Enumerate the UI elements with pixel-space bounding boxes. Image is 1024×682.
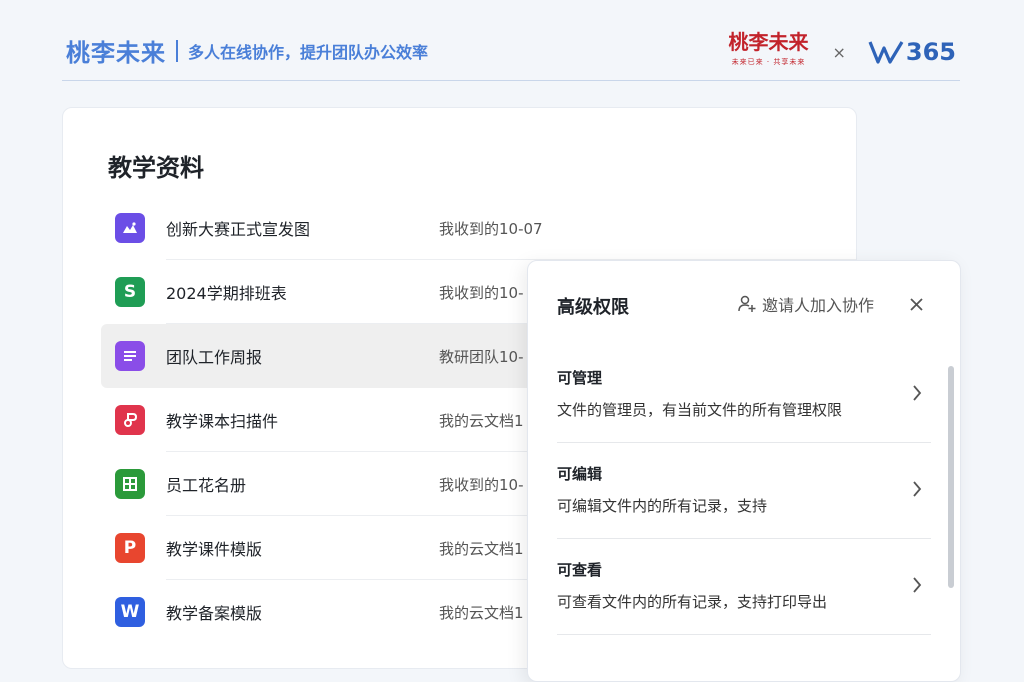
close-icon[interactable]: [906, 294, 928, 316]
wps365-logo: 365: [868, 38, 956, 66]
chevron-right-icon: [913, 481, 922, 497]
invite-collaborator-button[interactable]: 邀请人加入协作: [738, 292, 874, 316]
file-meta: 我收到的10-: [439, 283, 524, 302]
word-icon: W: [115, 597, 145, 627]
file-name: 创新大赛正式宣发图: [166, 220, 311, 239]
permission-view[interactable]: 可查看 可查看文件内的所有记录，支持打印导出: [557, 539, 931, 635]
panel-title: 高级权限: [557, 297, 629, 318]
file-meta: 我收到的10-07: [439, 219, 543, 238]
file-name: 团队工作周报: [166, 348, 263, 367]
partner-logo-text: 桃李未来: [728, 30, 809, 54]
partner-logo: 桃李未来 未来已来 · 共享未来: [728, 32, 808, 72]
file-row[interactable]: 创新大赛正式宣发图 我收到的10-07: [101, 196, 856, 260]
pdf-icon: [115, 405, 145, 435]
document-icon: [115, 341, 145, 371]
permission-manage[interactable]: 可管理 文件的管理员，有当前文件的所有管理权限: [557, 347, 931, 443]
chevron-right-icon: [913, 385, 922, 401]
file-meta: 教研团队10-: [439, 347, 524, 366]
brand-slogan: 多人在线协作，提升团队办公效率: [188, 42, 429, 62]
cross-icon: ×: [832, 42, 846, 62]
chevron-right-icon: [913, 577, 922, 593]
file-meta: 我的云文档1: [439, 411, 524, 430]
file-name: 员工花名册: [166, 476, 247, 495]
file-name: 教学备案模版: [166, 604, 263, 623]
table-icon: [115, 469, 145, 499]
add-user-icon: [738, 295, 756, 312]
file-name: 教学课本扫描件: [166, 412, 279, 431]
permission-desc: 文件的管理员，有当前文件的所有管理权限: [557, 401, 843, 419]
permission-desc: 可编辑文件内的所有记录，支持: [557, 497, 768, 515]
scrollbar[interactable]: [948, 366, 954, 588]
brand-separator: [176, 39, 178, 62]
permission-edit[interactable]: 可编辑 可编辑文件内的所有记录，支持: [557, 443, 931, 539]
permission-list: 可管理 文件的管理员，有当前文件的所有管理权限 可编辑 可编辑文件内的所有记录，…: [557, 347, 931, 635]
brand: 桃李未来 多人在线协作，提升团队办公效率: [66, 33, 428, 68]
permission-name: 可管理: [557, 369, 603, 387]
wps-w-icon: [868, 41, 904, 64]
file-meta: 我的云文档1: [439, 539, 524, 558]
image-icon: [115, 213, 145, 243]
card-title: 教学资料: [108, 154, 204, 182]
permission-desc: 可查看文件内的所有记录，支持打印导出: [557, 593, 828, 611]
permission-name: 可编辑: [557, 465, 603, 483]
file-meta: 我的云文档1: [439, 603, 524, 622]
brand-name: 桃李未来: [66, 39, 166, 67]
file-name: 2024学期排班表: [166, 284, 287, 303]
permission-name: 可查看: [557, 561, 603, 579]
file-meta: 我收到的10-: [439, 475, 524, 494]
advanced-permission-panel: 高级权限 邀请人加入协作 可管理 文件的管理员，有当前文件的所有管理权限 可编辑…: [527, 260, 961, 682]
spreadsheet-icon: S: [115, 277, 145, 307]
wps-365-text: 365: [905, 38, 956, 66]
invite-label: 邀请人加入协作: [762, 296, 875, 315]
top-header: 桃李未来 多人在线协作，提升团队办公效率 桃李未来 未来已来 · 共享未来 × …: [62, 24, 960, 81]
partner-logos: 桃李未来 未来已来 · 共享未来 × 365: [728, 32, 956, 72]
partner-logo-sub: 未来已来 · 共享未来: [731, 58, 806, 66]
file-name: 教学课件模版: [166, 540, 263, 559]
presentation-icon: P: [115, 533, 145, 563]
